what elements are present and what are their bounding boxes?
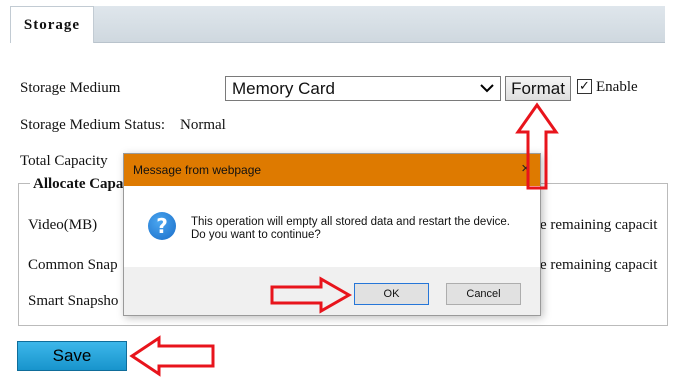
arrow-up-icon bbox=[515, 102, 559, 190]
arrow-left-icon bbox=[129, 335, 215, 377]
annotation-overlay bbox=[129, 102, 559, 377]
arrow-right-icon bbox=[270, 276, 353, 314]
